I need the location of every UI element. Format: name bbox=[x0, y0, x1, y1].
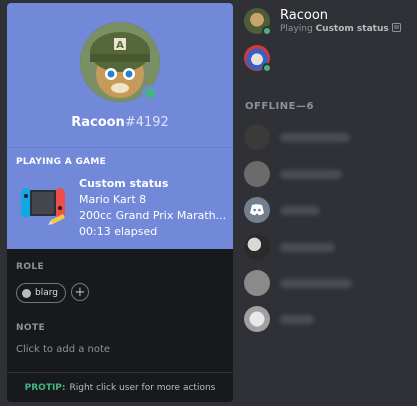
member-avatar bbox=[244, 234, 270, 260]
member-avatar bbox=[244, 306, 270, 332]
member-item-racoon[interactable]: Racoon Playing Custom status bbox=[244, 6, 401, 36]
member-list: Racoon Playing Custom status OFFLINE—6 bbox=[235, 0, 417, 406]
note-label: NOTE bbox=[16, 323, 46, 333]
member-avatar bbox=[244, 161, 270, 187]
activity-name: Custom status bbox=[315, 23, 389, 34]
member-name-blurred bbox=[280, 242, 335, 252]
member-name: Racoon bbox=[280, 7, 329, 23]
member-item-offline-1[interactable] bbox=[244, 122, 350, 152]
member-item-2[interactable] bbox=[244, 43, 280, 73]
member-name-blurred bbox=[280, 314, 314, 324]
role-color-dot[interactable] bbox=[22, 288, 31, 298]
online-status-indicator bbox=[262, 26, 272, 36]
activity-details: Custom status Mario Kart 8 200cc Grand P… bbox=[79, 176, 229, 240]
protip-text: Right click user for more actions bbox=[69, 382, 216, 393]
activity-state-line: 200cc Grand Prix Marath... bbox=[79, 209, 227, 222]
discriminator-text: #4192 bbox=[124, 115, 169, 130]
member-name-blurred bbox=[280, 132, 350, 142]
member-avatar bbox=[244, 270, 270, 296]
online-status-indicator bbox=[142, 85, 158, 101]
user-profile-popout: A Racoon#4192 PLAYING A GAME Custom stat… bbox=[7, 3, 233, 402]
member-name-blurred bbox=[280, 278, 352, 288]
member-name-blurred bbox=[280, 205, 320, 215]
role-pill[interactable]: blarg bbox=[16, 283, 66, 303]
role-name: blarg bbox=[35, 288, 58, 298]
member-activity: Playing Custom status bbox=[280, 22, 401, 35]
member-name-blurred bbox=[280, 169, 342, 179]
member-avatar bbox=[244, 45, 272, 73]
activity-details-line: Mario Kart 8 bbox=[79, 193, 147, 206]
activity-header: PLAYING A GAME bbox=[16, 157, 107, 167]
member-item-offline-4[interactable] bbox=[244, 232, 335, 262]
activity-prefix: Playing bbox=[280, 23, 313, 34]
member-avatar bbox=[244, 197, 270, 223]
activity-elapsed: 00:13 elapsed bbox=[79, 225, 158, 238]
online-status-indicator bbox=[262, 63, 272, 73]
profile-username: Racoon#4192 bbox=[7, 115, 233, 130]
offline-group-header: OFFLINE—6 bbox=[245, 101, 314, 112]
member-item-offline-2[interactable] bbox=[244, 159, 342, 189]
discord-default-avatar-icon bbox=[250, 204, 264, 216]
role-label: ROLE bbox=[16, 262, 45, 272]
activity-section: PLAYING A GAME Custom status Mario Kart … bbox=[7, 147, 233, 249]
member-avatar bbox=[244, 8, 272, 36]
svg-text:A: A bbox=[116, 40, 124, 51]
nintendo-switch-icon bbox=[17, 178, 69, 230]
member-item-offline-6[interactable] bbox=[244, 304, 314, 334]
rich-presence-icon bbox=[391, 22, 401, 32]
username-text: Racoon bbox=[71, 115, 125, 130]
member-avatar bbox=[244, 124, 270, 150]
profile-header: A Racoon#4192 bbox=[7, 3, 233, 147]
protip-bar: PROTIP: Right click user for more action… bbox=[7, 372, 233, 402]
protip-label: PROTIP: bbox=[24, 382, 66, 393]
add-role-button[interactable]: + bbox=[71, 283, 89, 301]
member-item-offline-5[interactable] bbox=[244, 268, 352, 298]
activity-name: Custom status bbox=[79, 177, 169, 190]
note-input[interactable]: Click to add a note bbox=[16, 344, 110, 355]
member-item-offline-3[interactable] bbox=[244, 195, 320, 225]
